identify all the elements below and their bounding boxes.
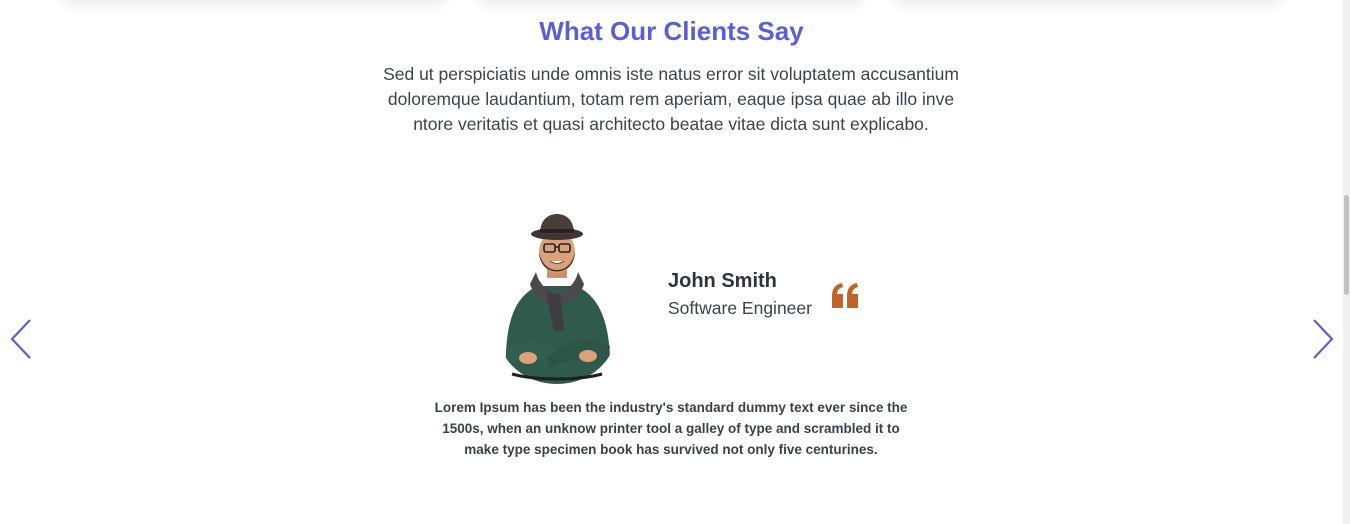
quote-icon — [830, 282, 860, 308]
section-title: What Our Clients Say — [539, 16, 804, 46]
client-role: Software Engineer — [668, 298, 812, 318]
chevron-left-icon — [10, 319, 31, 359]
chevron-right-icon — [1313, 319, 1334, 359]
scrollbar-thumb[interactable] — [1344, 195, 1349, 295]
carousel-next-button[interactable] — [1311, 318, 1335, 360]
client-avatar — [498, 212, 616, 384]
carousel-prev-button[interactable] — [9, 318, 33, 360]
section-intro: Sed ut perspiciatis unde omnis iste natu… — [383, 64, 959, 134]
testimonial-quote: Lorem Ipsum has been the industry's stan… — [434, 400, 908, 457]
client-name: John Smith — [668, 270, 777, 292]
